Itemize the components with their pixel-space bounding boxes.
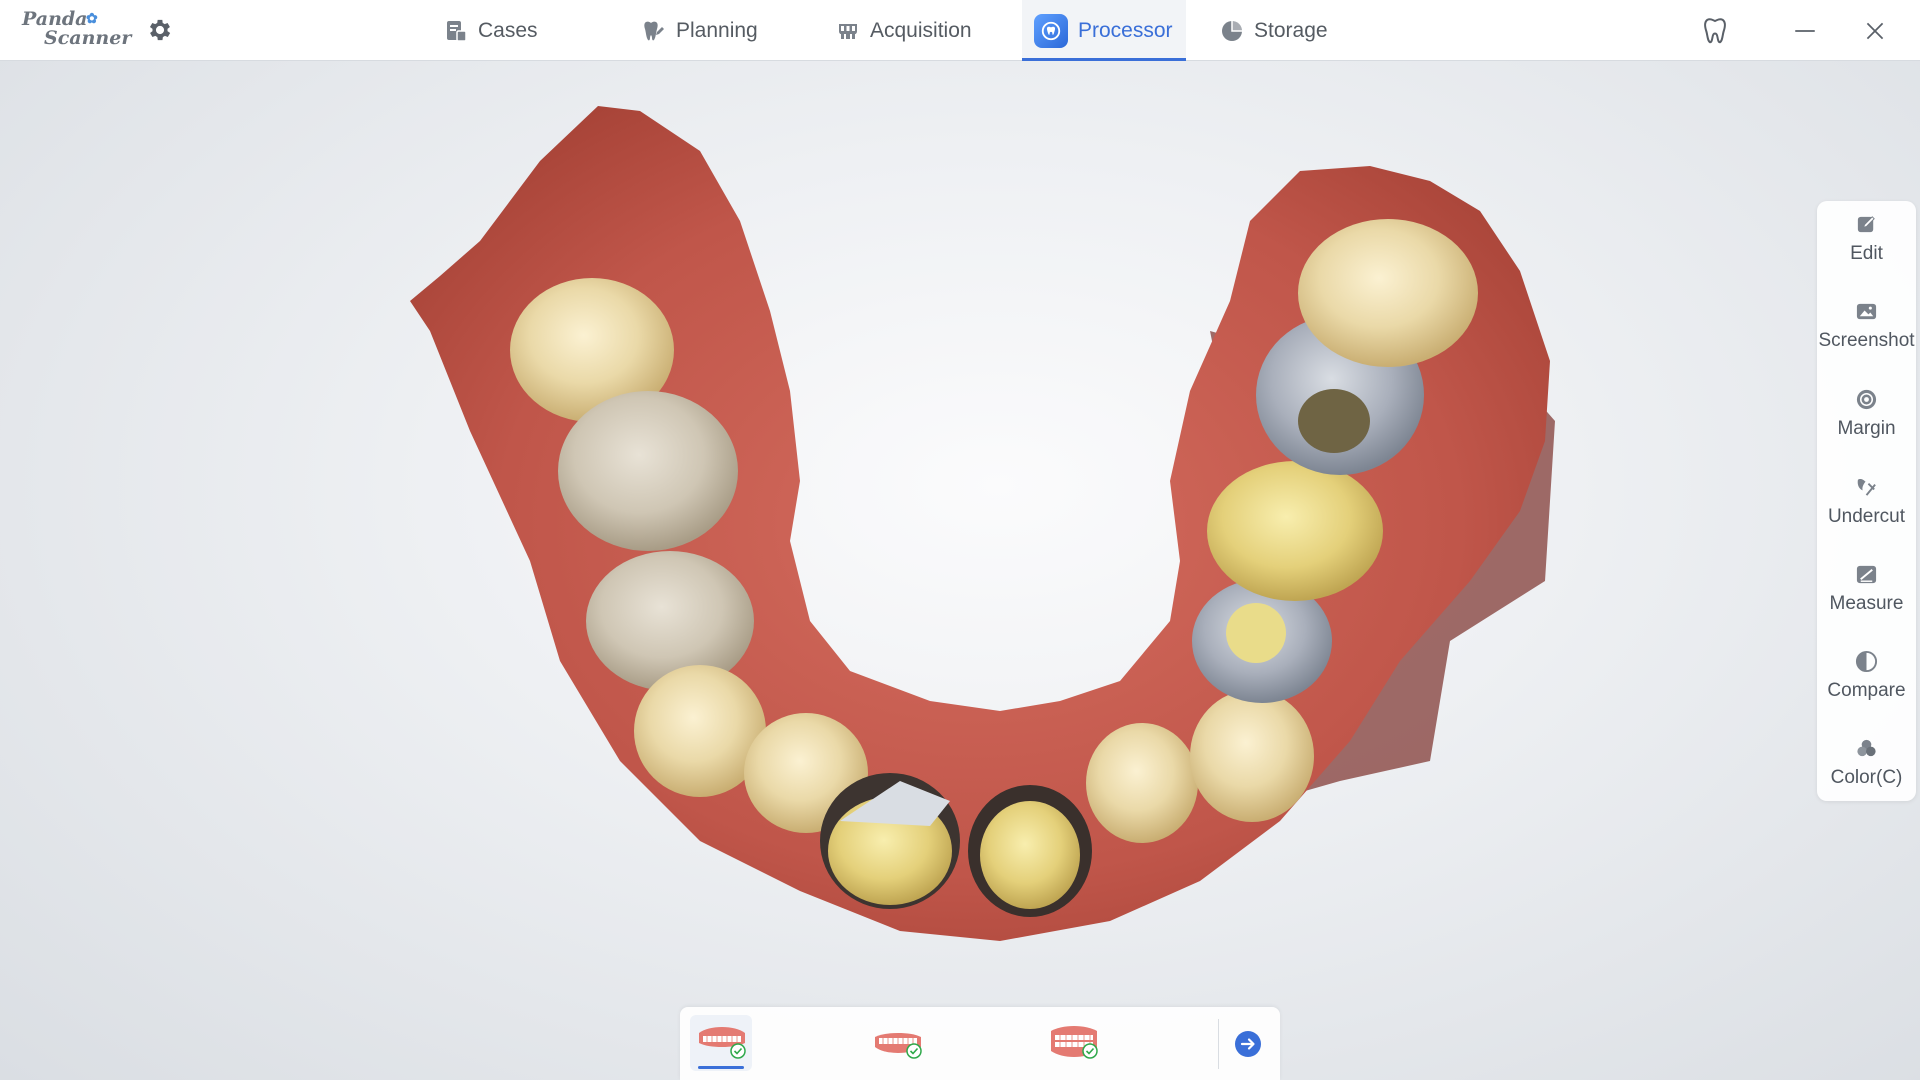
3d-viewport[interactable] — [0, 61, 1920, 1080]
compare-icon — [1855, 650, 1878, 673]
prepared-tooth-core — [980, 801, 1080, 909]
tab-storage[interactable]: Storage — [1220, 0, 1328, 61]
jaw-bar-divider — [1218, 1019, 1219, 1069]
bite-icon — [1051, 1026, 1098, 1059]
tool-measure[interactable]: Measure — [1817, 551, 1916, 631]
app-logo: Panda ✿ Scanner — [20, 8, 131, 52]
upper-jaw-icon — [699, 1027, 746, 1059]
tooth — [1086, 723, 1198, 843]
amalgam-filling — [1298, 389, 1370, 453]
tab-processor-label: Processor — [1078, 18, 1173, 42]
jaw-active-indicator — [698, 1066, 744, 1069]
dental-arch-model[interactable] — [0, 61, 1920, 1080]
jaw-upper-button[interactable] — [690, 1015, 752, 1071]
margin-icon — [1856, 389, 1877, 410]
tooth — [1298, 219, 1478, 367]
logo-line-2: Scanner — [44, 27, 132, 49]
tooth — [558, 391, 738, 551]
tool-screenshot-label: Screenshot — [1818, 330, 1915, 351]
tool-screenshot[interactable]: Screenshot — [1817, 288, 1916, 368]
tab-processor[interactable]: Processor — [1022, 0, 1186, 61]
tab-acquisition[interactable]: Acquisition — [836, 0, 972, 61]
tool-margin[interactable]: Margin — [1817, 376, 1916, 456]
tooth — [1207, 461, 1383, 601]
close-icon[interactable] — [1862, 18, 1888, 44]
minimize-icon[interactable] — [1792, 18, 1818, 44]
tab-planning[interactable]: Planning — [642, 0, 758, 61]
tool-color[interactable]: Color(C) — [1817, 725, 1916, 805]
color-icon — [1857, 739, 1876, 757]
lower-jaw-icon — [875, 1033, 922, 1059]
jaw-lower-button[interactable] — [866, 1015, 928, 1071]
tool-compare[interactable]: Compare — [1817, 638, 1916, 718]
acquisition-icon — [839, 23, 857, 39]
edit-icon — [1857, 216, 1875, 233]
tool-edit[interactable]: Edit — [1817, 201, 1916, 281]
tooth — [1190, 690, 1314, 822]
settings-gear-icon[interactable] — [146, 16, 174, 44]
tool-undercut[interactable]: Undercut — [1817, 464, 1916, 544]
jaw-selector-bar — [680, 1007, 1280, 1080]
tool-edit-label: Edit — [1850, 243, 1883, 264]
tooth — [1226, 603, 1286, 663]
tab-planning-label: Planning — [676, 18, 758, 42]
tab-cases-label: Cases — [478, 18, 538, 42]
jaw-bite-button[interactable] — [1042, 1015, 1104, 1071]
screenshot-icon — [1856, 303, 1877, 320]
tool-measure-label: Measure — [1829, 593, 1904, 614]
cases-icon — [447, 20, 467, 42]
top-bar: Panda ✿ Scanner Cases Planning Acquisiti… — [0, 0, 1920, 61]
tool-panel: Edit Screenshot Margin Undercut Measure — [1817, 201, 1916, 801]
planning-icon — [644, 21, 664, 40]
measure-icon — [1856, 565, 1877, 584]
tool-color-label: Color(C) — [1830, 767, 1903, 788]
tool-undercut-label: Undercut — [1827, 506, 1906, 527]
tool-margin-label: Margin — [1837, 418, 1896, 439]
processor-icon — [1034, 13, 1068, 48]
storage-icon — [1222, 20, 1242, 41]
undercut-icon — [1857, 479, 1876, 496]
next-step-button[interactable] — [1235, 1031, 1261, 1057]
tooth-icon[interactable] — [1700, 16, 1730, 46]
arrow-right-icon — [1240, 1038, 1255, 1050]
tab-acquisition-label: Acquisition — [870, 18, 972, 42]
tool-compare-label: Compare — [1827, 680, 1906, 701]
tooth — [586, 551, 754, 691]
tab-cases[interactable]: Cases — [444, 0, 538, 61]
tab-storage-label: Storage — [1254, 18, 1328, 42]
